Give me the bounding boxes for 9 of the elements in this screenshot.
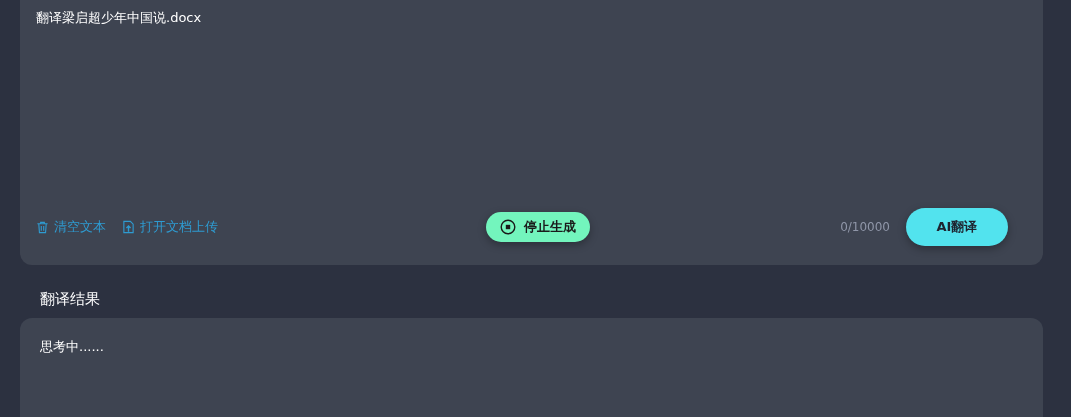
stop-button[interactable]: 停止生成 <box>485 212 590 242</box>
file-upload-icon <box>122 220 135 234</box>
stop-icon <box>499 219 516 235</box>
input-field[interactable]: 翻译梁启超少年中国说.docx <box>36 8 202 203</box>
trash-icon <box>36 220 49 234</box>
translate-button[interactable]: AI翻译 <box>906 208 1008 246</box>
char-count: 0/10000 <box>840 220 890 234</box>
section-title: 翻译结果 <box>39 289 101 310</box>
result-text: 思考中...... <box>40 338 104 356</box>
